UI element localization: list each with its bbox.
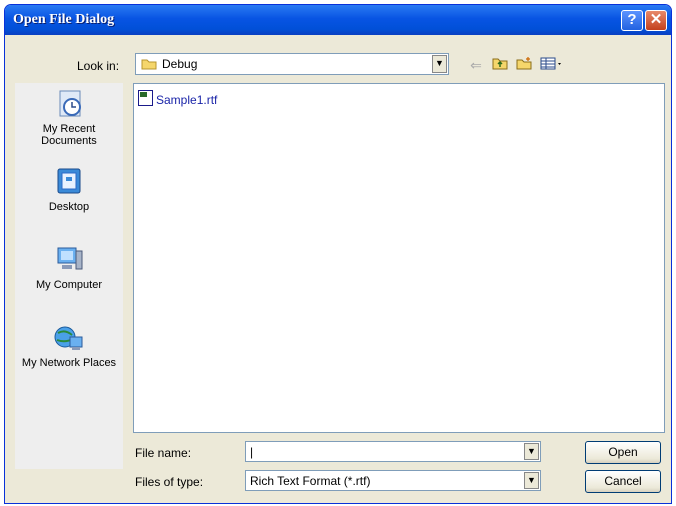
chevron-down-icon[interactable]: ▼ (432, 55, 447, 73)
back-arrow-icon[interactable]: ⇐ (467, 56, 485, 74)
file-type-dropdown[interactable]: Rich Text Format (*.rtf) ▼ (245, 470, 541, 491)
folder-icon (141, 59, 157, 70)
rtf-file-icon (138, 90, 153, 106)
file-type-label: Files of type: (135, 475, 204, 489)
network-places-icon (52, 323, 86, 353)
window-title: Open File Dialog (13, 12, 115, 27)
place-network-places[interactable]: My Network Places (15, 323, 123, 369)
chevron-down-icon[interactable]: ▼ (524, 443, 539, 460)
file-name-input[interactable]: | ▼ (245, 441, 541, 462)
place-my-computer[interactable]: My Computer (15, 245, 123, 291)
close-button[interactable]: ✕ (645, 10, 667, 31)
look-in-label: Look in: (77, 59, 120, 73)
file-name-value: | (250, 445, 254, 459)
cancel-button[interactable]: Cancel (585, 470, 661, 493)
file-list[interactable]: Sample1.rtf (133, 83, 665, 433)
open-button[interactable]: Open (585, 441, 661, 464)
up-folder-icon[interactable] (491, 56, 509, 74)
places-bar: My Recent Documents Desktop My Computer … (15, 83, 123, 469)
recent-documents-icon (52, 89, 86, 119)
file-item[interactable]: Sample1.rtf (138, 90, 217, 107)
file-type-value: Rich Text Format (*.rtf) (250, 474, 371, 488)
help-button[interactable]: ? (621, 10, 643, 31)
look-in-value: Debug (162, 57, 198, 71)
new-folder-icon[interactable] (515, 56, 533, 74)
desktop-icon (52, 167, 86, 197)
place-recent-documents[interactable]: My Recent Documents (15, 89, 123, 147)
place-label: My Computer (35, 279, 103, 291)
place-label: Desktop (48, 201, 90, 213)
look-in-dropdown[interactable]: Debug ▼ (135, 53, 449, 75)
place-label: My Network Places (21, 357, 117, 369)
chevron-down-icon[interactable]: ▼ (524, 472, 539, 489)
my-computer-icon (52, 245, 86, 275)
file-name-label: File name: (135, 446, 192, 460)
view-menu-icon[interactable] (539, 56, 565, 74)
open-file-dialog: Open File Dialog ? ✕ Look in: Debug ▼ ⇐ … (4, 4, 672, 504)
file-name: Sample1.rtf (156, 93, 218, 107)
place-label: My Recent Documents (41, 123, 97, 147)
place-desktop[interactable]: Desktop (15, 167, 123, 213)
title-bar[interactable]: Open File Dialog ? ✕ (5, 5, 671, 35)
